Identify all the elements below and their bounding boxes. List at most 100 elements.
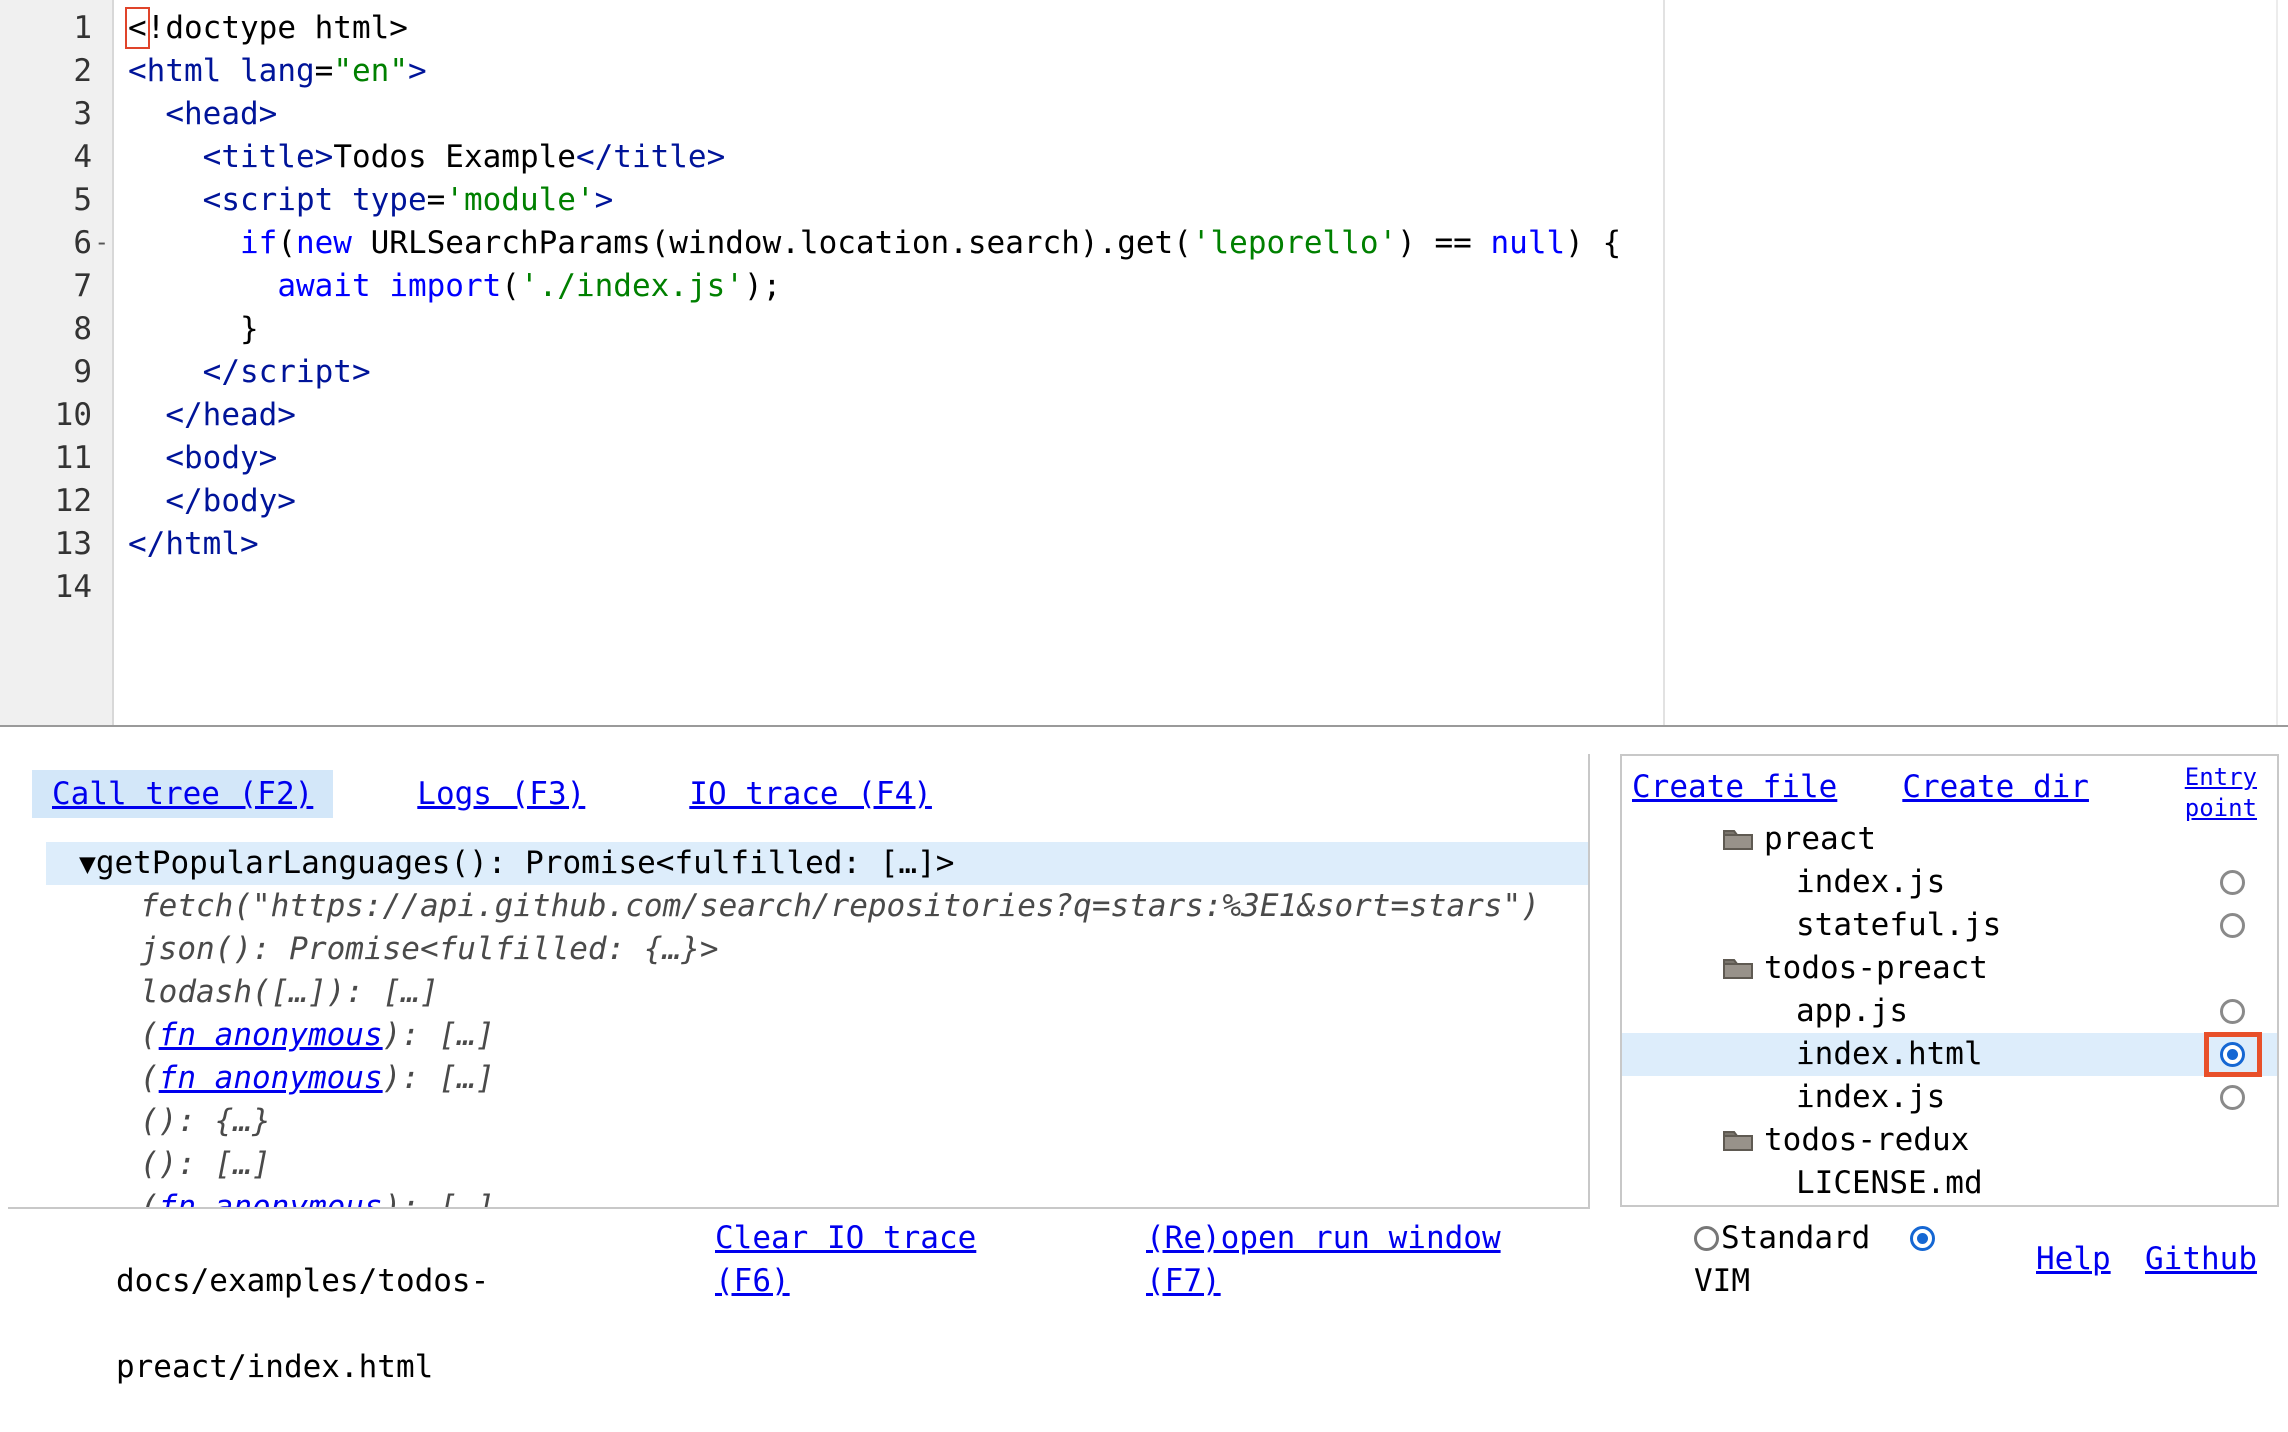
entry-point-radio[interactable]	[2220, 1085, 2245, 1110]
create-file-link[interactable]: Create file	[1632, 766, 1837, 809]
line-number: 11	[0, 437, 112, 480]
standard-keybinding-radio[interactable]	[1694, 1226, 1719, 1251]
vim-keybinding-label[interactable]: VIM	[1694, 1260, 1937, 1303]
line-number: 6-	[0, 222, 112, 265]
line-number: 8	[0, 308, 112, 351]
vim-keybinding-radio[interactable]	[1910, 1226, 1935, 1251]
code-token	[128, 397, 165, 433]
tab-logs[interactable]: Logs (F3)	[397, 770, 605, 818]
code-token: >	[595, 182, 614, 218]
call-tree-text: lodash([…]): […]	[140, 974, 439, 1010]
call-tree-row[interactable]: (): […]	[8, 1143, 1588, 1186]
code-token: =	[315, 53, 334, 89]
line-number-text: 6	[73, 225, 92, 261]
call-tree-row[interactable]: fetch("https://api.github.com/search/rep…	[8, 885, 1588, 928]
code-token	[128, 182, 203, 218]
clear-io-line1: Clear IO trace	[715, 1220, 976, 1256]
line-number: 14	[0, 566, 112, 609]
line-number: 3	[0, 93, 112, 136]
anonymous-fn-link[interactable]: fn anonymous	[159, 1060, 383, 1096]
call-tree-text: ): […]	[383, 1060, 495, 1096]
create-dir-link[interactable]: Create dir	[1902, 766, 2089, 809]
call-tree-row[interactable]: ▼getPopularLanguages(): Promise<fulfille…	[46, 842, 1588, 885]
tree-folder-row[interactable]: todos-preact	[1622, 947, 2277, 990]
folder-icon	[1722, 1121, 1754, 1147]
tab-io-trace[interactable]: IO trace (F4)	[669, 770, 952, 818]
call-tree-text: ): […]	[383, 1189, 495, 1209]
code-token: <script	[203, 182, 334, 218]
code-token	[128, 354, 203, 390]
line-number-text: 2	[73, 53, 92, 89]
tree-file-row[interactable]: index.html	[1622, 1033, 2277, 1076]
code-line[interactable]: <head>	[128, 93, 2288, 136]
call-tree-tabs: Call tree (F2) Logs (F3) IO trace (F4)	[8, 754, 1588, 818]
entry-point-highlight-box	[2204, 1032, 2262, 1077]
reopen-run-window-link[interactable]: (Re)open run window (F7)	[1146, 1217, 1501, 1303]
code-token: './index.js'	[520, 268, 744, 304]
code-token: 'module'	[445, 182, 594, 218]
tree-file-row[interactable]: LICENSE.md	[1622, 1162, 2277, 1205]
call-tree-row[interactable]: (): {…}	[8, 1100, 1588, 1143]
code-token: Todos Example	[333, 139, 576, 175]
entry-point-line1: Entry	[2185, 762, 2257, 793]
tree-item-name: todos-preact	[1764, 950, 1988, 986]
tab-call-tree[interactable]: Call tree (F2)	[32, 770, 333, 818]
anonymous-fn-link[interactable]: fn anonymous	[159, 1017, 383, 1053]
call-tree-row[interactable]: (fn anonymous): […]	[8, 1014, 1588, 1057]
code-line[interactable]: <script type='module'>	[128, 179, 2288, 222]
clear-io-trace-link[interactable]: Clear IO trace (F6)	[715, 1217, 976, 1303]
line-number-text: 5	[73, 182, 92, 218]
code-token: import	[389, 268, 501, 304]
anonymous-fn-link[interactable]: fn anonymous	[159, 1189, 383, 1209]
call-tree-rows: ▼getPopularLanguages(): Promise<fulfille…	[8, 842, 1588, 1209]
code-line[interactable]: <!doctype html>	[128, 7, 2288, 50]
code-editor[interactable]: 123456-7891011121314 <!doctype html><htm…	[0, 0, 2288, 727]
code-token: await	[277, 268, 370, 304]
code-line[interactable]: </html>	[128, 523, 2288, 566]
code-line[interactable]: </head>	[128, 394, 2288, 437]
tree-folder-row[interactable]: todos-redux	[1622, 1119, 2277, 1162]
call-tree-text: (	[140, 1060, 159, 1096]
code-line[interactable]: <title>Todos Example</title>	[128, 136, 2288, 179]
code-token: <html	[128, 53, 221, 89]
call-tree-text: (): […]	[140, 1146, 271, 1182]
line-number: 12	[0, 480, 112, 523]
call-tree-text: (): {…}	[140, 1103, 271, 1139]
file-manager-panel: Create file Create dir Entry point preac…	[1620, 754, 2279, 1207]
call-tree-row[interactable]: (fn anonymous): […]	[8, 1057, 1588, 1100]
collapse-arrow-icon[interactable]: ▼	[79, 847, 96, 880]
code-line[interactable]: <body>	[128, 437, 2288, 480]
call-tree-row[interactable]: json(): Promise<fulfilled: {…}>	[8, 928, 1588, 971]
editor-code-area[interactable]: <!doctype html><html lang="en"> <head> <…	[116, 0, 2288, 725]
tree-item-name: app.js	[1796, 993, 1908, 1029]
code-line[interactable]: </script>	[128, 351, 2288, 394]
call-tree-row[interactable]: (fn anonymous): […]	[8, 1186, 1588, 1209]
code-line[interactable]	[128, 566, 2288, 609]
code-line[interactable]: await import('./index.js');	[128, 265, 2288, 308]
entry-point-radio[interactable]	[2220, 870, 2245, 895]
help-link[interactable]: Help	[2036, 1238, 2111, 1281]
tree-item-name: preact	[1764, 821, 1876, 857]
file-path-line1: docs/examples/todos-	[116, 1263, 489, 1299]
fold-marker-icon[interactable]: -	[95, 222, 109, 265]
editor-scrollbar[interactable]	[2276, 0, 2278, 725]
code-line[interactable]: </body>	[128, 480, 2288, 523]
status-bar: docs/examples/todos- preact/index.html C…	[0, 1211, 2288, 1302]
code-line[interactable]: }	[128, 308, 2288, 351]
code-line[interactable]: <html lang="en">	[128, 50, 2288, 93]
tree-folder-row[interactable]: preact	[1622, 818, 2277, 861]
tree-file-row[interactable]: stateful.js	[1622, 904, 2277, 947]
tree-file-row[interactable]: index.js	[1622, 861, 2277, 904]
tree-file-row[interactable]: index.js	[1622, 1076, 2277, 1119]
call-tree-row[interactable]: lodash([…]): […]	[8, 971, 1588, 1014]
code-token: new	[296, 225, 352, 261]
call-tree-text: ): […]	[383, 1017, 495, 1053]
entry-point-radio[interactable]	[2220, 913, 2245, 938]
standard-keybinding-label[interactable]: Standard	[1721, 1220, 1870, 1256]
line-number: 10	[0, 394, 112, 437]
code-line[interactable]: if(new URLSearchParams(window.location.s…	[128, 222, 2288, 265]
github-link[interactable]: Github	[2145, 1238, 2257, 1281]
entry-point-radio[interactable]	[2220, 999, 2245, 1024]
code-token: );	[744, 268, 781, 304]
tree-file-row[interactable]: app.js	[1622, 990, 2277, 1033]
